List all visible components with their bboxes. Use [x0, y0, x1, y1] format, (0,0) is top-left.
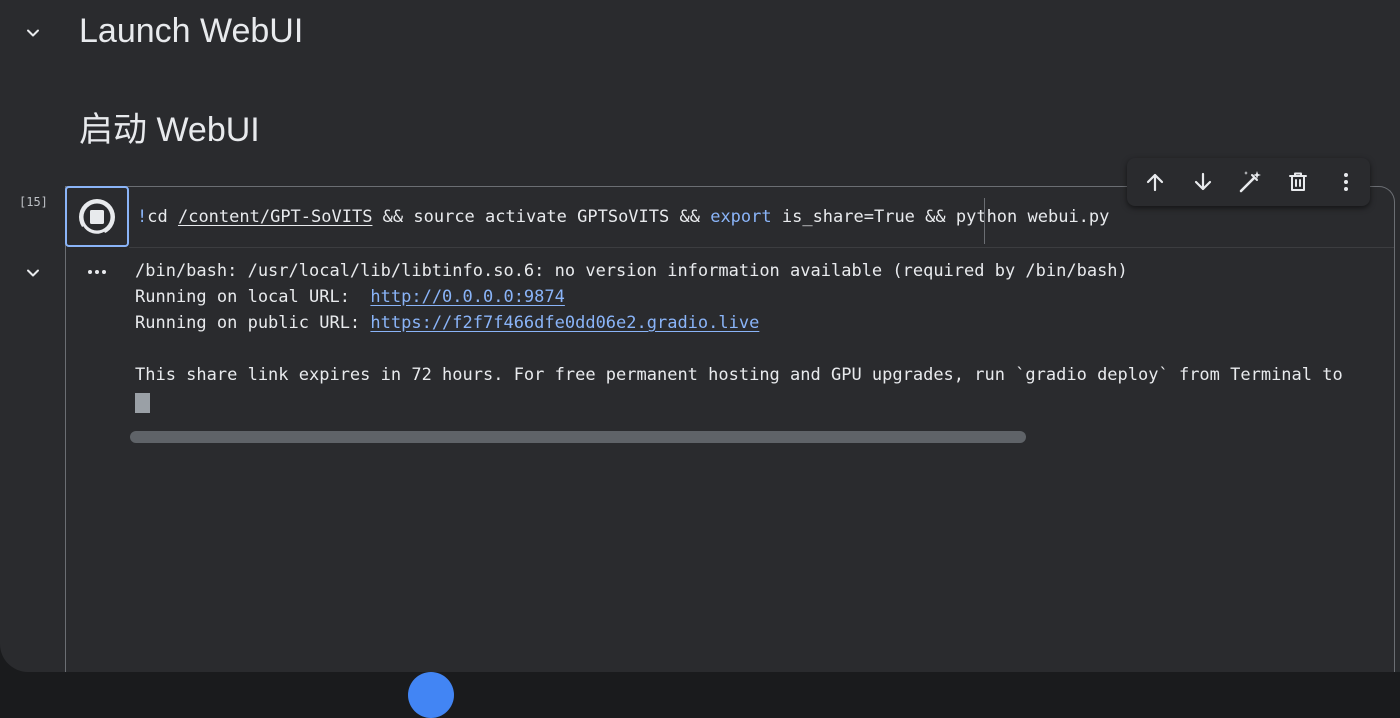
edit-cell-button[interactable]	[1227, 158, 1275, 206]
cell-toolbar	[1127, 158, 1370, 206]
code-keyword-export: export	[710, 207, 772, 227]
output-horizontal-scrollbar[interactable]	[130, 431, 1026, 443]
code-bang: !	[137, 207, 148, 227]
chevron-down-icon	[27, 29, 39, 37]
more-actions-button[interactable]	[1322, 158, 1370, 206]
output-line-local: Running on local URL: http://0.0.0.0:987…	[135, 287, 565, 307]
section-subtitle: 启动 WebUI	[79, 111, 260, 149]
local-url-label: Running on local URL:	[135, 287, 371, 307]
output-line-public: Running on public URL: https://f2f7f466d…	[135, 313, 759, 333]
code-cmd: cd	[147, 207, 178, 227]
section-collapse-button[interactable]	[22, 22, 44, 44]
output-line-warning: /bin/bash: /usr/local/lib/libtinfo.so.6:…	[135, 261, 1128, 281]
code-path: /content/GPT-SoVITS	[177, 207, 373, 227]
stop-running-icon	[79, 198, 115, 237]
more-vertical-icon	[1344, 173, 1349, 191]
local-url-link[interactable]: http://0.0.0.0:9874	[370, 287, 564, 307]
move-cell-up-button[interactable]	[1131, 158, 1179, 206]
magic-wand-icon	[1240, 171, 1262, 193]
delete-cell-button[interactable]	[1274, 158, 1322, 206]
text-cursor	[984, 198, 985, 244]
code-segment-4: python webui.py	[955, 207, 1110, 227]
code-output-divider	[129, 247, 1394, 248]
move-cell-down-button[interactable]	[1179, 158, 1227, 206]
arrow-up-icon	[1146, 173, 1163, 192]
code-segment-2: && source activate GPTSoVITS &&	[372, 207, 711, 227]
code-segment-3: is_share=True &&	[771, 207, 956, 227]
output-collapse-button[interactable]	[22, 262, 44, 284]
trash-icon	[1289, 172, 1308, 191]
run-cell-button[interactable]	[65, 186, 129, 247]
public-url-link[interactable]: https://f2f7f466dfe0dd06e2.gradio.live	[370, 313, 759, 333]
public-url-label: Running on public URL:	[135, 313, 371, 333]
output-actions-button[interactable]	[84, 262, 110, 282]
terminal-cursor	[135, 393, 150, 413]
output-line-notice: This share link expires in 72 hours. For…	[135, 365, 1343, 385]
code-cell	[65, 186, 1395, 672]
code-editor-line[interactable]: !cd /content/GPT-SoVITS && source activa…	[137, 207, 1109, 227]
notebook-frame: Launch WebUI 启动 WebUI [15] !cd /content/…	[0, 0, 1400, 672]
more-horizontal-icon	[88, 270, 106, 274]
section-title: Launch WebUI	[79, 12, 304, 50]
execution-count: [15]	[19, 195, 48, 209]
chevron-down-icon	[27, 269, 39, 277]
arrow-down-icon	[1194, 172, 1211, 191]
